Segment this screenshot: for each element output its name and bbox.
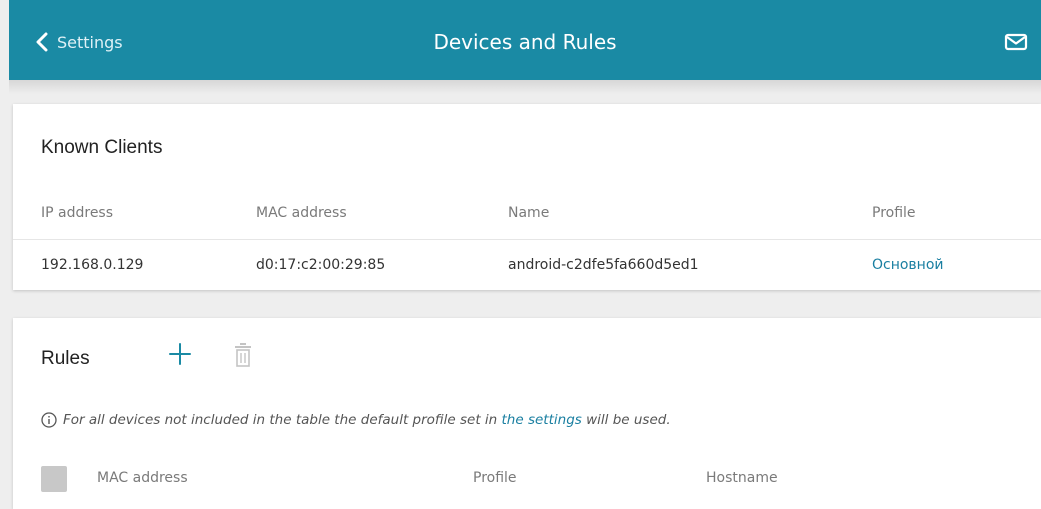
column-header-ip: IP address [41, 205, 114, 221]
column-header-profile: Profile [872, 205, 916, 221]
column-header-name: Name [508, 205, 550, 221]
trash-icon [235, 343, 251, 367]
column-header-mac: MAC address [256, 205, 347, 221]
select-all-checkbox[interactable] [41, 466, 67, 492]
known-clients-card: Known Clients IP address MAC address Nam… [13, 104, 1041, 290]
note-text-suffix: will be used. [581, 412, 671, 428]
page: Settings Devices and Rules Known Clients… [9, 0, 1041, 509]
page-title: Devices and Rules [433, 30, 617, 54]
column-header-rule-mac: MAC address [97, 470, 188, 486]
cell-name: android-c2dfe5fa660d5ed1 [508, 257, 699, 273]
mail-icon[interactable] [1004, 32, 1028, 52]
column-header-rule-profile: Profile [473, 470, 517, 486]
cell-ip: 192.168.0.129 [41, 257, 144, 273]
cell-profile-link[interactable]: Основной [872, 257, 944, 273]
column-header-rule-hostname: Hostname [706, 470, 778, 486]
plus-icon[interactable] [168, 342, 192, 366]
table-divider [13, 239, 1041, 240]
header-bar: Settings Devices and Rules [9, 0, 1041, 80]
info-note: For all devices not included in the tabl… [41, 412, 671, 428]
rules-title: Rules [41, 348, 90, 369]
settings-link[interactable]: the settings [502, 412, 582, 428]
rules-card: Rules For all devices not included in th… [13, 318, 1041, 509]
header-shadow [9, 80, 1041, 94]
known-clients-title: Known Clients [41, 137, 163, 158]
cell-mac: d0:17:c2:00:29:85 [256, 257, 386, 273]
info-icon [41, 412, 57, 428]
note-text-prefix: For all devices not included in the tabl… [63, 412, 502, 428]
